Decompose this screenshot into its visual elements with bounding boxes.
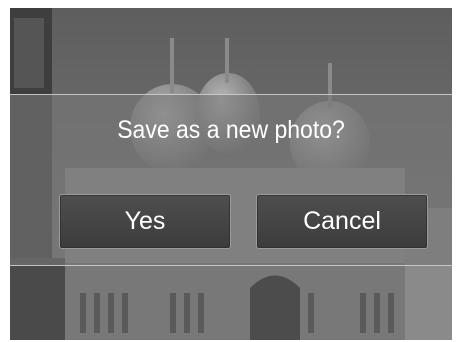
cancel-button[interactable]: Cancel (256, 194, 428, 249)
confirm-dialog: Save as a new photo? Yes Cancel (10, 94, 452, 266)
yes-button[interactable]: Yes (59, 194, 231, 249)
camera-screen: Save as a new photo? Yes Cancel (10, 8, 452, 340)
dialog-prompt: Save as a new photo? (117, 116, 345, 144)
